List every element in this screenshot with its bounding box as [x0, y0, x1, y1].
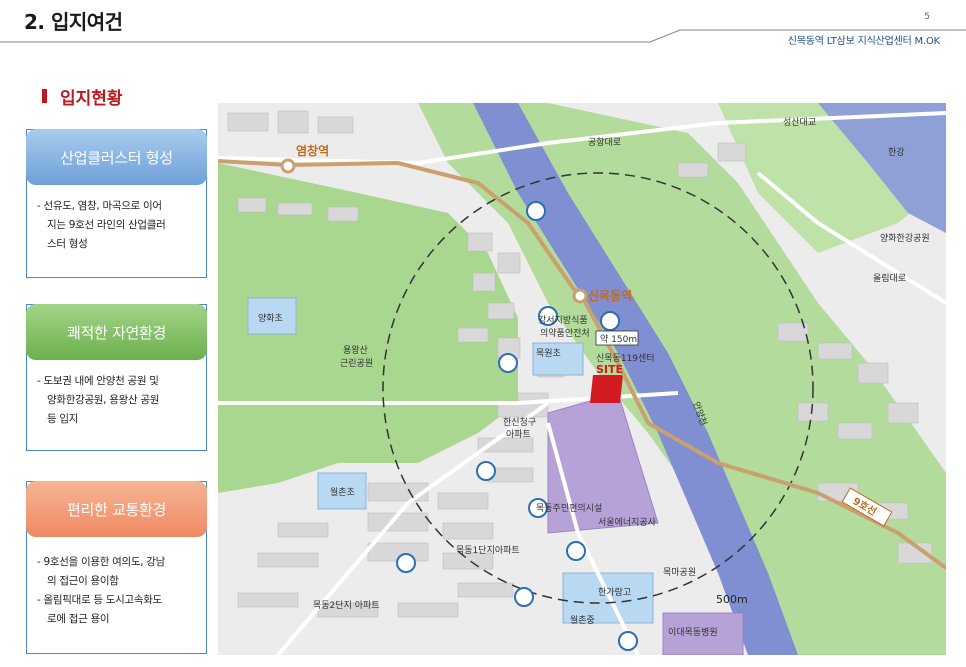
- label-mokma-park: 목마공원: [663, 567, 696, 578]
- label-yeomchang: 염창역: [296, 143, 329, 158]
- label-yanghwa-park: 양화한강공원: [880, 233, 930, 244]
- label-hanshin-apt: 아파트: [506, 429, 531, 440]
- card-title: 편리한 교통환경: [26, 481, 207, 537]
- label-yanghwa-school: 양화초: [258, 313, 283, 324]
- station-yeomchang: [280, 158, 296, 174]
- station-sinmokdong: [572, 288, 588, 304]
- section-title: 입지현황: [60, 89, 123, 109]
- card-title: 산업클러스터 형성: [26, 129, 207, 185]
- site-marker: [590, 375, 623, 403]
- label-site: SITE: [596, 363, 623, 376]
- label-wolchon: 월촌초: [330, 486, 355, 498]
- label-mokdong-apt2: 목동2단지 아파트: [313, 600, 380, 611]
- card-body: - 선유도, 염창, 마곡으로 이어 지는 9호선 라인의 산업클러 스터 형성: [37, 200, 166, 250]
- card-industry-cluster: 산업클러스터 형성 - 선유도, 염창, 마곡으로 이어 지는 9호선 라인의 …: [26, 129, 207, 278]
- card-body: - 9호선을 이용한 여의도, 강남 의 접근이 용이함 - 올림픽대로 등 도…: [37, 556, 166, 625]
- label-yongwangsan-park: 근린공원: [340, 358, 373, 369]
- label-seongsan: 성산대교: [783, 117, 816, 128]
- school-zone: [532, 342, 584, 376]
- label-olympic: 올림대로: [873, 272, 906, 284]
- location-map: 염창역 신목동역 공항대로 성산대교 한강 양화한강공원 올림대로 양화초 용왕…: [218, 103, 946, 655]
- label-hangang: 한강: [888, 147, 905, 158]
- card-transport: 편리한 교통환경 - 9호선을 이용한 여의도, 강남 의 접근이 용이함 - …: [26, 481, 207, 654]
- label-yongwangsan: 용왕산: [343, 345, 368, 356]
- card-body: - 도보권 내에 안양천 공원 및 양화한강공원, 용왕산 공원 등 입지: [37, 375, 160, 425]
- label-seoul-energy: 서울에너지공사: [598, 517, 657, 528]
- label-sinmokdong: 신목동역: [588, 288, 632, 303]
- label-mokwon: 목원초: [536, 348, 561, 359]
- page-number: 5: [924, 12, 930, 22]
- label-mokdong-facility: 목동주민편의시설: [536, 502, 602, 514]
- label-food-agency: 강서지방식품: [538, 315, 588, 326]
- label-hangaram: 한가람고: [598, 586, 631, 598]
- card-nature: 쾌적한 자연환경 - 도보권 내에 안양천 공원 및 양화한강공원, 용왕산 공…: [26, 304, 207, 451]
- label-hanshin: 한신청구: [503, 417, 536, 428]
- page-title: 2. 입지여건: [24, 10, 123, 34]
- label-500m: 500m: [716, 593, 748, 606]
- label-distance: 약 150m: [600, 333, 637, 345]
- label-mokdong-apt1: 목동1단지아파트: [456, 545, 520, 556]
- label-wolchon-mid: 월촌중: [570, 614, 595, 626]
- card-title: 쾌적한 자연환경: [26, 304, 207, 360]
- label-ewha: 이대목동병원: [668, 627, 718, 638]
- label-drug-agency: 의약품안전처: [540, 327, 590, 339]
- label-gonghang: 공항대로: [588, 137, 621, 148]
- document-subtitle: 신목동역 LT삼보 지식산업센터 M.OK: [787, 36, 940, 47]
